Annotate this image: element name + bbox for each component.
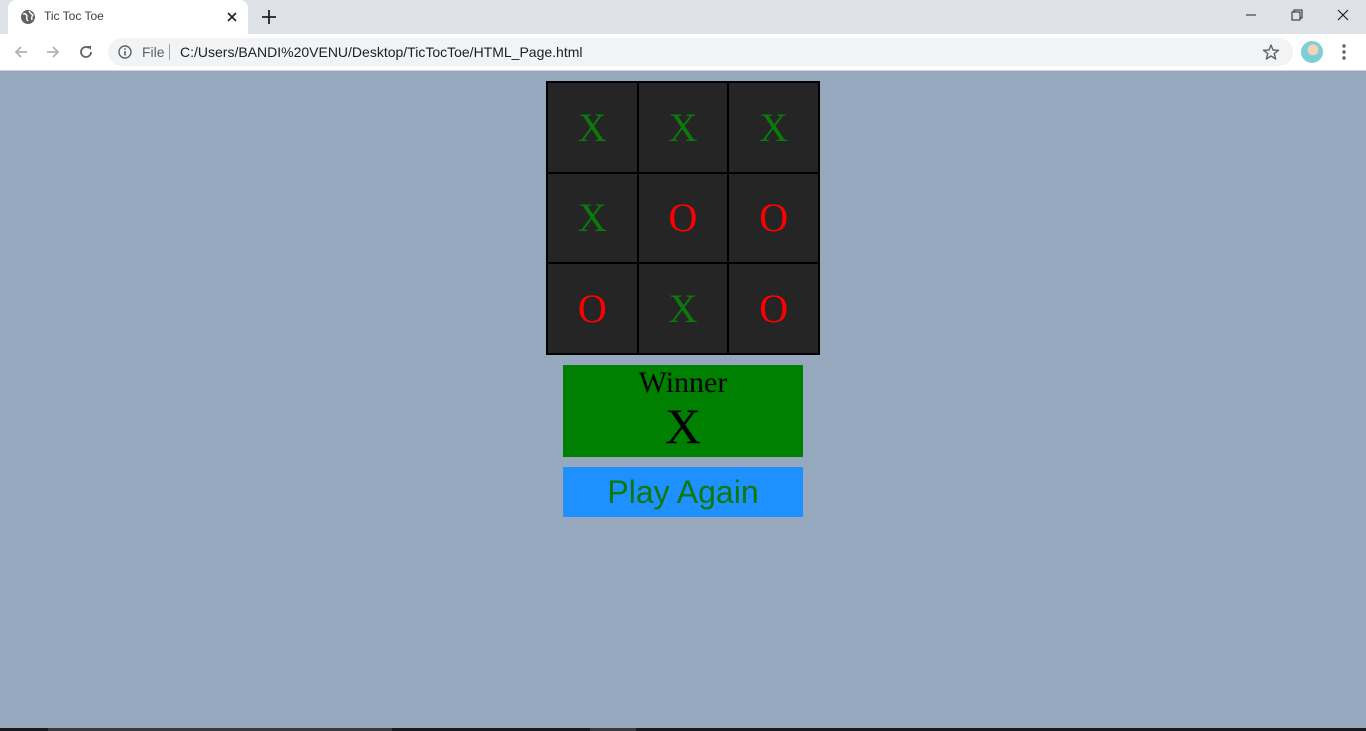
omnibox-divider xyxy=(169,44,170,60)
globe-icon xyxy=(20,9,36,25)
tab-strip: Tic Toc Toe xyxy=(0,0,1366,34)
tab-title: Tic Toc Toe xyxy=(44,9,104,23)
board-cell-3-3[interactable]: O xyxy=(728,263,819,354)
star-icon[interactable] xyxy=(1262,43,1280,61)
board-cell-2-1[interactable]: X xyxy=(547,172,638,264)
board-cell-2-3[interactable]: O xyxy=(728,172,819,264)
reload-icon[interactable] xyxy=(74,40,98,64)
restore-icon[interactable] xyxy=(1274,0,1320,30)
plus-icon[interactable] xyxy=(259,7,279,27)
scheme-label: File xyxy=(142,44,165,60)
forward-arrow-icon[interactable] xyxy=(41,40,65,64)
close-icon[interactable] xyxy=(1320,0,1366,30)
address-bar[interactable]: File C:/Users/BANDI%20VENU/Desktop/TicTo… xyxy=(108,38,1293,66)
board-cell-1-2[interactable]: X xyxy=(637,82,729,173)
play-again-button[interactable]: Play Again xyxy=(563,467,803,517)
game-board: XXXXOOOXO xyxy=(546,81,820,355)
winner-value: X xyxy=(664,398,702,454)
info-icon[interactable] xyxy=(118,45,132,59)
winner-label: Winner xyxy=(638,366,728,399)
back-arrow-icon[interactable] xyxy=(9,40,33,64)
minimize-icon[interactable] xyxy=(1228,0,1274,30)
board-cell-1-1[interactable]: X xyxy=(547,82,638,173)
browser-tab[interactable]: Tic Toc Toe xyxy=(8,0,248,34)
winner-panel: Winner X xyxy=(563,365,803,457)
board-cell-3-2[interactable]: X xyxy=(637,263,729,354)
browser-toolbar: File C:/Users/BANDI%20VENU/Desktop/TicTo… xyxy=(0,34,1366,71)
profile-avatar[interactable] xyxy=(1301,41,1323,63)
url-text[interactable]: C:/Users/BANDI%20VENU/Desktop/TicTocToe/… xyxy=(180,44,583,60)
board-cell-3-1[interactable]: O xyxy=(547,263,638,354)
close-icon[interactable] xyxy=(224,9,240,25)
board-cell-2-2[interactable]: O xyxy=(637,172,729,264)
kebab-menu-icon[interactable] xyxy=(1336,42,1352,62)
board-cell-1-3[interactable]: X xyxy=(728,82,819,173)
